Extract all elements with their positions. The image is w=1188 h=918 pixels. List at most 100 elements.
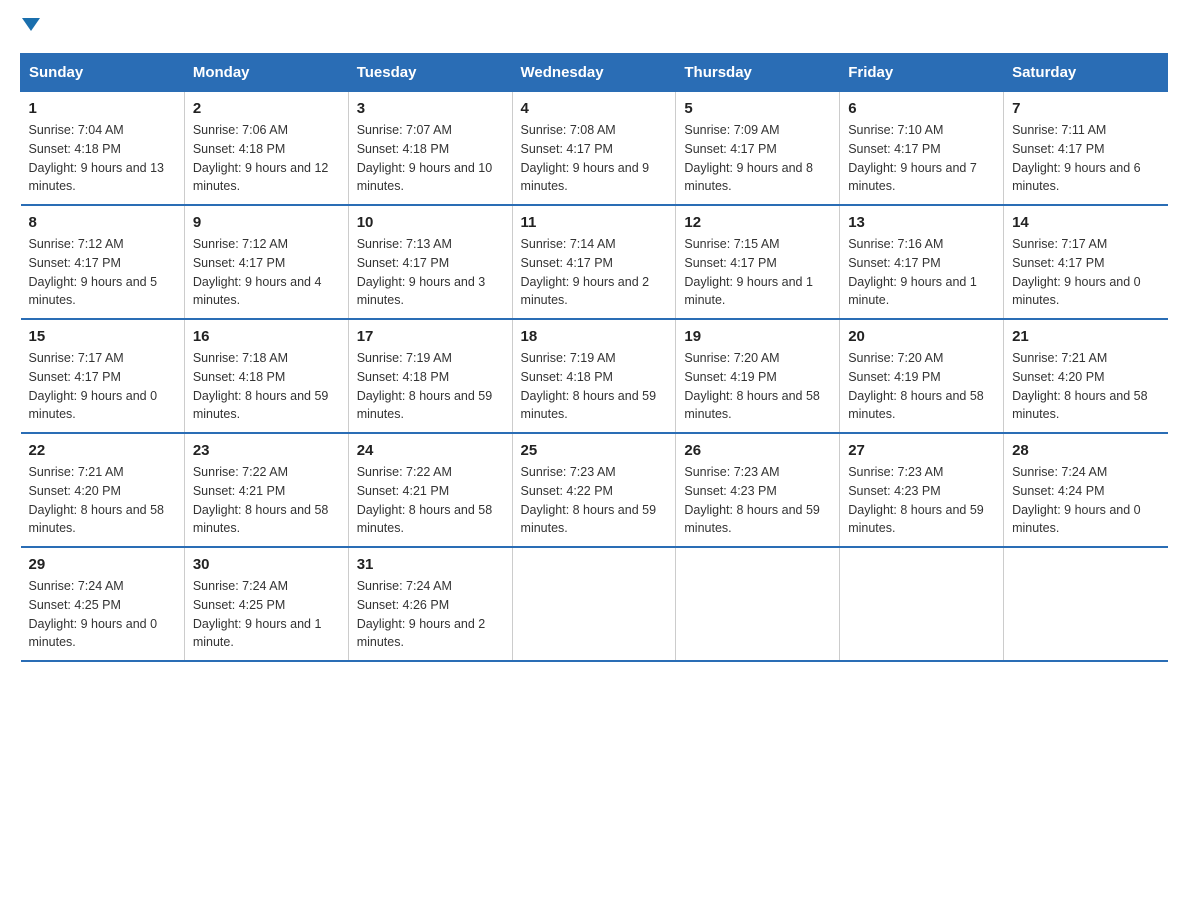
day-info: Sunrise: 7:24 AMSunset: 4:25 PMDaylight:… xyxy=(29,577,176,652)
calendar-day-cell: 14 Sunrise: 7:17 AMSunset: 4:17 PMDaylig… xyxy=(1004,205,1168,319)
calendar-day-cell: 29 Sunrise: 7:24 AMSunset: 4:25 PMDaylig… xyxy=(21,547,185,661)
calendar-day-cell: 31 Sunrise: 7:24 AMSunset: 4:26 PMDaylig… xyxy=(348,547,512,661)
day-info: Sunrise: 7:22 AMSunset: 4:21 PMDaylight:… xyxy=(357,463,504,538)
day-info: Sunrise: 7:11 AMSunset: 4:17 PMDaylight:… xyxy=(1012,121,1159,196)
calendar-week-row: 29 Sunrise: 7:24 AMSunset: 4:25 PMDaylig… xyxy=(21,547,1168,661)
day-number: 4 xyxy=(521,100,668,117)
day-number: 2 xyxy=(193,100,340,117)
day-number: 1 xyxy=(29,100,176,117)
calendar-table: SundayMondayTuesdayWednesdayThursdayFrid… xyxy=(20,53,1168,662)
calendar-day-cell: 23 Sunrise: 7:22 AMSunset: 4:21 PMDaylig… xyxy=(184,433,348,547)
day-info: Sunrise: 7:23 AMSunset: 4:23 PMDaylight:… xyxy=(848,463,995,538)
day-number: 16 xyxy=(193,328,340,345)
calendar-day-cell: 27 Sunrise: 7:23 AMSunset: 4:23 PMDaylig… xyxy=(840,433,1004,547)
day-info: Sunrise: 7:15 AMSunset: 4:17 PMDaylight:… xyxy=(684,235,831,310)
day-number: 23 xyxy=(193,442,340,459)
calendar-header-row: SundayMondayTuesdayWednesdayThursdayFrid… xyxy=(21,54,1168,92)
day-info: Sunrise: 7:07 AMSunset: 4:18 PMDaylight:… xyxy=(357,121,504,196)
calendar-day-cell: 20 Sunrise: 7:20 AMSunset: 4:19 PMDaylig… xyxy=(840,319,1004,433)
day-number: 9 xyxy=(193,214,340,231)
calendar-week-row: 15 Sunrise: 7:17 AMSunset: 4:17 PMDaylig… xyxy=(21,319,1168,433)
calendar-day-cell: 28 Sunrise: 7:24 AMSunset: 4:24 PMDaylig… xyxy=(1004,433,1168,547)
calendar-day-cell: 22 Sunrise: 7:21 AMSunset: 4:20 PMDaylig… xyxy=(21,433,185,547)
day-info: Sunrise: 7:21 AMSunset: 4:20 PMDaylight:… xyxy=(29,463,176,538)
day-number: 10 xyxy=(357,214,504,231)
calendar-week-row: 22 Sunrise: 7:21 AMSunset: 4:20 PMDaylig… xyxy=(21,433,1168,547)
day-number: 3 xyxy=(357,100,504,117)
weekday-header: Thursday xyxy=(676,54,840,92)
day-number: 7 xyxy=(1012,100,1159,117)
day-info: Sunrise: 7:17 AMSunset: 4:17 PMDaylight:… xyxy=(29,349,176,424)
day-number: 20 xyxy=(848,328,995,345)
calendar-day-cell: 9 Sunrise: 7:12 AMSunset: 4:17 PMDayligh… xyxy=(184,205,348,319)
day-number: 13 xyxy=(848,214,995,231)
day-info: Sunrise: 7:17 AMSunset: 4:17 PMDaylight:… xyxy=(1012,235,1159,310)
calendar-day-cell: 21 Sunrise: 7:21 AMSunset: 4:20 PMDaylig… xyxy=(1004,319,1168,433)
calendar-day-cell xyxy=(512,547,676,661)
calendar-day-cell: 6 Sunrise: 7:10 AMSunset: 4:17 PMDayligh… xyxy=(840,92,1004,206)
day-info: Sunrise: 7:04 AMSunset: 4:18 PMDaylight:… xyxy=(29,121,176,196)
day-info: Sunrise: 7:24 AMSunset: 4:26 PMDaylight:… xyxy=(357,577,504,652)
day-number: 14 xyxy=(1012,214,1159,231)
calendar-day-cell: 18 Sunrise: 7:19 AMSunset: 4:18 PMDaylig… xyxy=(512,319,676,433)
calendar-day-cell: 11 Sunrise: 7:14 AMSunset: 4:17 PMDaylig… xyxy=(512,205,676,319)
day-info: Sunrise: 7:24 AMSunset: 4:24 PMDaylight:… xyxy=(1012,463,1159,538)
weekday-header: Wednesday xyxy=(512,54,676,92)
day-info: Sunrise: 7:12 AMSunset: 4:17 PMDaylight:… xyxy=(29,235,176,310)
day-number: 24 xyxy=(357,442,504,459)
calendar-day-cell: 1 Sunrise: 7:04 AMSunset: 4:18 PMDayligh… xyxy=(21,92,185,206)
calendar-day-cell: 30 Sunrise: 7:24 AMSunset: 4:25 PMDaylig… xyxy=(184,547,348,661)
day-number: 31 xyxy=(357,556,504,573)
day-info: Sunrise: 7:22 AMSunset: 4:21 PMDaylight:… xyxy=(193,463,340,538)
calendar-day-cell: 13 Sunrise: 7:16 AMSunset: 4:17 PMDaylig… xyxy=(840,205,1004,319)
calendar-day-cell: 15 Sunrise: 7:17 AMSunset: 4:17 PMDaylig… xyxy=(21,319,185,433)
calendar-day-cell: 12 Sunrise: 7:15 AMSunset: 4:17 PMDaylig… xyxy=(676,205,840,319)
calendar-day-cell: 19 Sunrise: 7:20 AMSunset: 4:19 PMDaylig… xyxy=(676,319,840,433)
calendar-day-cell: 16 Sunrise: 7:18 AMSunset: 4:18 PMDaylig… xyxy=(184,319,348,433)
calendar-day-cell: 4 Sunrise: 7:08 AMSunset: 4:17 PMDayligh… xyxy=(512,92,676,206)
day-number: 26 xyxy=(684,442,831,459)
calendar-day-cell: 17 Sunrise: 7:19 AMSunset: 4:18 PMDaylig… xyxy=(348,319,512,433)
day-info: Sunrise: 7:23 AMSunset: 4:22 PMDaylight:… xyxy=(521,463,668,538)
day-number: 21 xyxy=(1012,328,1159,345)
day-number: 5 xyxy=(684,100,831,117)
day-number: 8 xyxy=(29,214,176,231)
day-number: 12 xyxy=(684,214,831,231)
day-info: Sunrise: 7:14 AMSunset: 4:17 PMDaylight:… xyxy=(521,235,668,310)
calendar-day-cell: 25 Sunrise: 7:23 AMSunset: 4:22 PMDaylig… xyxy=(512,433,676,547)
day-info: Sunrise: 7:16 AMSunset: 4:17 PMDaylight:… xyxy=(848,235,995,310)
day-number: 29 xyxy=(29,556,176,573)
day-number: 30 xyxy=(193,556,340,573)
calendar-day-cell xyxy=(840,547,1004,661)
day-number: 27 xyxy=(848,442,995,459)
calendar-day-cell: 10 Sunrise: 7:13 AMSunset: 4:17 PMDaylig… xyxy=(348,205,512,319)
calendar-day-cell: 24 Sunrise: 7:22 AMSunset: 4:21 PMDaylig… xyxy=(348,433,512,547)
day-info: Sunrise: 7:21 AMSunset: 4:20 PMDaylight:… xyxy=(1012,349,1159,424)
calendar-week-row: 1 Sunrise: 7:04 AMSunset: 4:18 PMDayligh… xyxy=(21,92,1168,206)
day-number: 28 xyxy=(1012,442,1159,459)
calendar-day-cell xyxy=(1004,547,1168,661)
calendar-day-cell: 7 Sunrise: 7:11 AMSunset: 4:17 PMDayligh… xyxy=(1004,92,1168,206)
day-info: Sunrise: 7:19 AMSunset: 4:18 PMDaylight:… xyxy=(521,349,668,424)
day-info: Sunrise: 7:06 AMSunset: 4:18 PMDaylight:… xyxy=(193,121,340,196)
weekday-header: Sunday xyxy=(21,54,185,92)
calendar-day-cell: 2 Sunrise: 7:06 AMSunset: 4:18 PMDayligh… xyxy=(184,92,348,206)
day-number: 25 xyxy=(521,442,668,459)
day-info: Sunrise: 7:10 AMSunset: 4:17 PMDaylight:… xyxy=(848,121,995,196)
calendar-week-row: 8 Sunrise: 7:12 AMSunset: 4:17 PMDayligh… xyxy=(21,205,1168,319)
weekday-header: Monday xyxy=(184,54,348,92)
weekday-header: Friday xyxy=(840,54,1004,92)
day-number: 15 xyxy=(29,328,176,345)
logo xyxy=(20,20,40,33)
logo-triangle-icon xyxy=(22,18,40,31)
page-header xyxy=(20,20,1168,33)
day-number: 18 xyxy=(521,328,668,345)
day-number: 22 xyxy=(29,442,176,459)
day-number: 17 xyxy=(357,328,504,345)
calendar-day-cell: 8 Sunrise: 7:12 AMSunset: 4:17 PMDayligh… xyxy=(21,205,185,319)
day-number: 11 xyxy=(521,214,668,231)
day-info: Sunrise: 7:13 AMSunset: 4:17 PMDaylight:… xyxy=(357,235,504,310)
day-info: Sunrise: 7:08 AMSunset: 4:17 PMDaylight:… xyxy=(521,121,668,196)
day-info: Sunrise: 7:19 AMSunset: 4:18 PMDaylight:… xyxy=(357,349,504,424)
day-info: Sunrise: 7:23 AMSunset: 4:23 PMDaylight:… xyxy=(684,463,831,538)
